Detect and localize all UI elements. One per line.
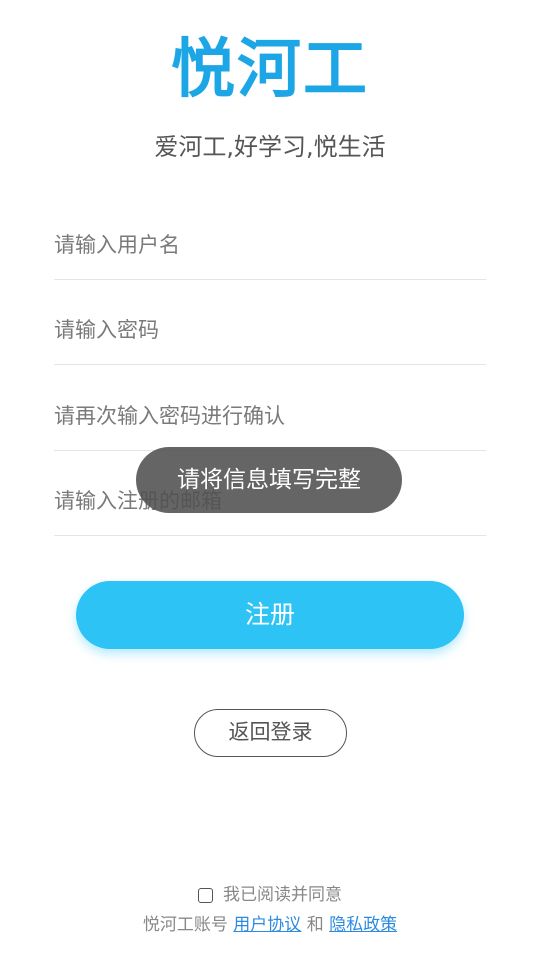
back-to-login-button[interactable]: 返回登录 xyxy=(194,709,347,757)
privacy-policy-link[interactable]: 隐私政策 xyxy=(329,915,397,935)
app-slogan: 爱河工,好学习,悦生活 xyxy=(154,133,386,161)
confirm-password-input[interactable] xyxy=(54,404,486,428)
register-page: 悦河工 爱河工,好学习,悦生活 注册 返回登录 请将信息填写完整 我已阅读并同意… xyxy=(0,0,540,960)
username-field-row xyxy=(54,194,486,280)
policy-and-text: 和 xyxy=(306,915,324,935)
password-input[interactable] xyxy=(54,318,486,342)
policy-prefix: 悦河工账号 xyxy=(142,915,228,935)
password-field-row xyxy=(54,279,486,365)
agreement-checkbox[interactable] xyxy=(198,888,213,903)
policy-links-row: 悦河工账号 用户协议 和 隐私政策 xyxy=(0,913,540,937)
agreement-checkbox-label: 我已阅读并同意 xyxy=(223,885,342,905)
user-agreement-link[interactable]: 用户协议 xyxy=(233,915,301,935)
confirm-password-field-row xyxy=(54,365,486,451)
agreement-checkbox-row: 我已阅读并同意 xyxy=(0,883,540,907)
register-button[interactable]: 注册 xyxy=(76,581,464,649)
toast-message: 请将信息填写完整 xyxy=(136,447,402,513)
username-input[interactable] xyxy=(54,233,486,257)
app-logo: 悦河工 xyxy=(171,33,369,107)
